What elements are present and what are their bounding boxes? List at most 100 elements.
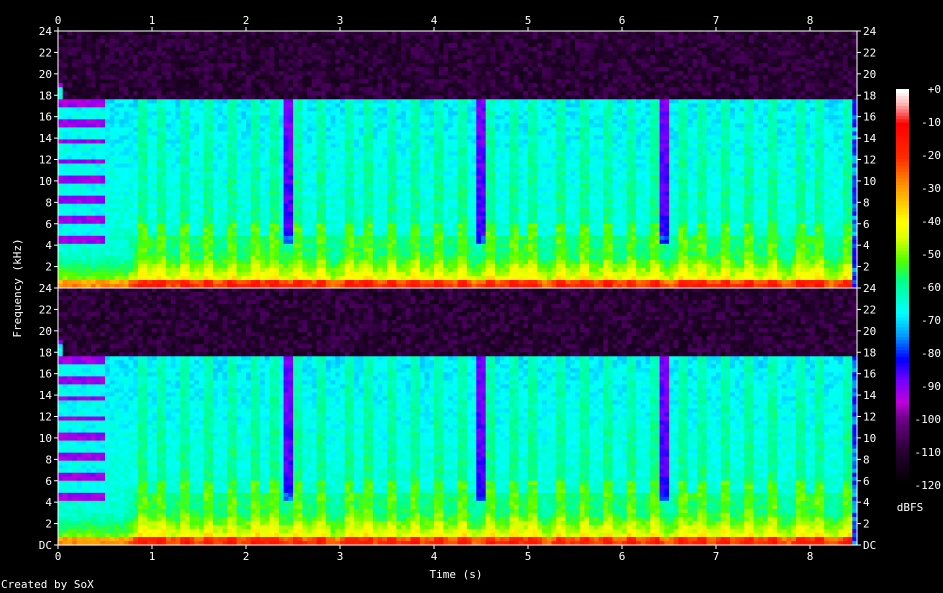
spectrogram-cell (114, 79, 119, 84)
spectrogram-cell (274, 184, 279, 189)
spectrogram-cell (335, 83, 340, 88)
spectrogram-cell (96, 43, 101, 48)
spectrogram-cell (298, 79, 303, 84)
spectrogram-cell (265, 272, 270, 277)
spectrogram-cell (317, 252, 322, 257)
spectrogram-cell (373, 91, 378, 96)
spectrogram-cell (396, 184, 401, 189)
spectrogram-cell (72, 31, 77, 36)
spectrogram-cell (340, 99, 345, 104)
spectrogram-cell (420, 164, 425, 169)
spectrogram-cell (147, 87, 152, 92)
spectrogram-cell (279, 204, 284, 209)
spectrogram-cell (331, 147, 336, 152)
spectrogram-cell (331, 99, 336, 104)
spectrogram-cell (232, 147, 237, 152)
spectrogram-cell (298, 168, 303, 173)
spectrogram-cell (190, 272, 195, 277)
spectrogram-cell (368, 103, 373, 108)
spectrogram-cell (302, 83, 307, 88)
spectrogram-cell (345, 119, 350, 124)
spectrogram-cell (373, 127, 378, 132)
spectrogram-cell (161, 95, 166, 100)
spectrogram-cell (279, 248, 284, 253)
spectrogram-cell (415, 180, 420, 185)
spectrogram-cell (345, 91, 350, 96)
spectrogram-cell (288, 47, 293, 52)
spectrogram-cell (415, 131, 420, 136)
spectrogram-cell (378, 172, 383, 177)
spectrogram-cell (284, 39, 289, 44)
spectrogram-cell (246, 67, 251, 72)
spectrogram-cell (72, 180, 77, 185)
spectrogram-cell (227, 147, 232, 152)
spectrogram-cell (208, 39, 213, 44)
spectrogram-cell (72, 35, 77, 40)
spectrogram-cell (166, 127, 171, 132)
spectrogram-cell (237, 131, 242, 136)
spectrogram-cell (100, 244, 105, 249)
spectrogram-cell (396, 39, 401, 44)
spectrogram-cell (96, 188, 101, 193)
spectrogram-cell (378, 55, 383, 60)
spectrogram-cell (382, 143, 387, 148)
spectrogram-cell (227, 63, 232, 68)
spectrogram-cell (63, 95, 68, 100)
spectrogram-cell (387, 67, 392, 72)
spectrogram-cell (58, 99, 63, 104)
spectrogram-cell (119, 55, 124, 60)
spectrogram-cell (274, 208, 279, 213)
spectrogram-cell (382, 196, 387, 201)
spectrogram-cell (105, 272, 110, 277)
spectrogram-cell (185, 220, 190, 225)
spectrogram-cell (96, 51, 101, 56)
spectrogram-cell (213, 248, 218, 253)
spectrogram-cell (237, 216, 242, 221)
spectrogram-cell (67, 244, 72, 249)
spectrogram-cell (213, 268, 218, 273)
spectrogram-cell (223, 248, 228, 253)
spectrogram-cell (326, 188, 331, 193)
spectrogram-cell (237, 47, 242, 52)
spectrogram-cell (67, 248, 72, 253)
spectrogram-cell (265, 143, 270, 148)
spectrogram-cell (133, 184, 138, 189)
spectrogram-cell (411, 228, 416, 233)
spectrogram-cell (152, 135, 157, 140)
spectrogram-cell (298, 212, 303, 217)
spectrogram-cell (270, 184, 275, 189)
spectrogram-cell (72, 248, 77, 253)
spectrogram-cell (359, 55, 364, 60)
spectrogram-cell (63, 232, 68, 237)
spectrogram-cell (401, 87, 406, 92)
spectrogram-cell (349, 236, 354, 241)
spectrogram-cell (265, 39, 270, 44)
spectrogram-cell (199, 43, 204, 48)
spectrogram-cell (359, 67, 364, 72)
spectrogram-cell (288, 220, 293, 225)
spectrogram-cell (129, 123, 134, 128)
spectrogram-cell (387, 176, 392, 181)
spectrogram-cell (382, 228, 387, 233)
spectrogram-cell (401, 67, 406, 72)
spectrogram-cell (190, 95, 195, 100)
spectrogram-cell (176, 31, 181, 36)
spectrogram-cell (138, 180, 143, 185)
spectrogram-cell (138, 107, 143, 112)
spectrogram-cell (110, 131, 115, 136)
spectrogram-cell (354, 184, 359, 189)
spectrogram-cell (265, 123, 270, 128)
spectrogram-cell (255, 155, 260, 160)
spectrogram-cell (82, 51, 87, 56)
spectrogram-cell (161, 115, 166, 120)
spectrogram-cell (331, 31, 336, 36)
spectrogram-cell (284, 63, 289, 68)
spectrogram-cell (401, 111, 406, 116)
spectrogram-cell (147, 55, 152, 60)
spectrogram-cell (227, 196, 232, 201)
spectrogram-cell (302, 172, 307, 177)
spectrogram-cell (335, 143, 340, 148)
spectrogram-cell (72, 216, 77, 221)
spectrogram-cell (63, 103, 68, 108)
spectrogram-cell (345, 71, 350, 76)
